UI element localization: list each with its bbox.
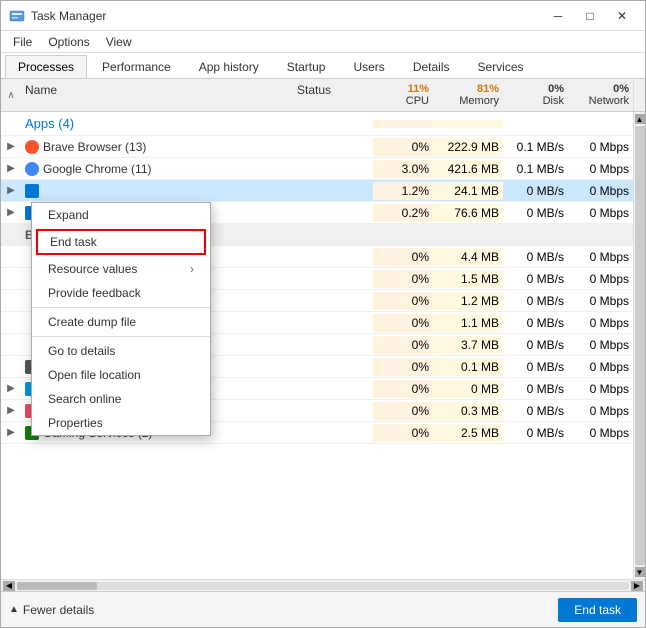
ctx-provide-feedback[interactable]: Provide feedback [32, 281, 210, 305]
table-row[interactable]: ▶ Google Chrome (11) 3.0% 421.6 MB 0.1 M… [1, 158, 633, 180]
col-header-name[interactable]: Name [21, 79, 293, 111]
end-task-button[interactable]: End task [558, 598, 637, 622]
col-header-disk[interactable]: 0% Disk [503, 79, 568, 111]
tab-details[interactable]: Details [400, 55, 463, 78]
context-menu: Expand End task Resource values › Provid… [31, 202, 211, 436]
menu-file[interactable]: File [5, 33, 40, 51]
fewer-details-arrow: ▲ [9, 604, 19, 615]
tab-startup[interactable]: Startup [274, 55, 339, 78]
expand-icon[interactable]: ▶ [1, 141, 21, 152]
process-memory: 222.9 MB [433, 138, 503, 156]
tab-services[interactable]: Services [465, 55, 537, 78]
table-row[interactable]: ▶ Brave Browser (13) 0% 222.9 MB 0.1 MB/… [1, 136, 633, 158]
h-scroll-thumb[interactable] [17, 582, 97, 590]
fewer-details-label: Fewer details [23, 603, 94, 617]
expand-icon[interactable]: ▶ [1, 207, 21, 218]
process-memory: 24.1 MB [433, 182, 503, 200]
expand-icon[interactable]: ▶ [1, 383, 21, 394]
process-cpu: 0.2% [373, 204, 433, 222]
process-network: 0 Mbps [568, 182, 633, 200]
scroll-left-btn[interactable]: ◀ [3, 581, 15, 591]
expand-icon[interactable]: ▶ [1, 185, 21, 196]
taskmanager-icon [9, 8, 25, 24]
ctx-expand[interactable]: Expand [32, 203, 210, 227]
col-header-cpu[interactable]: 11% CPU [373, 79, 433, 111]
ctx-create-dump[interactable]: Create dump file [32, 310, 210, 334]
minimize-button[interactable]: ─ [543, 6, 573, 26]
process-memory: 421.6 MB [433, 160, 503, 178]
apps-section-header: Apps (4) [1, 112, 633, 136]
process-name: Google Chrome (11) [21, 160, 293, 178]
sort-arrow[interactable]: ∧ [1, 79, 21, 111]
window-title: Task Manager [31, 9, 106, 23]
ms-icon [25, 184, 39, 198]
maximize-button[interactable]: □ [575, 6, 605, 26]
tab-performance[interactable]: Performance [89, 55, 184, 78]
ctx-go-to-details[interactable]: Go to details [32, 339, 210, 363]
process-cpu: 1.2% [373, 182, 433, 200]
process-network: 0 Mbps [568, 138, 633, 156]
title-bar: Task Manager ─ □ ✕ [1, 1, 645, 31]
process-disk: 0.1 MB/s [503, 160, 568, 178]
tab-processes[interactable]: Processes [5, 55, 87, 78]
title-bar-left: Task Manager [9, 8, 106, 24]
ctx-resource-values[interactable]: Resource values › [32, 257, 210, 281]
process-name: Brave Browser (13) [21, 138, 293, 156]
ctx-separator2 [32, 336, 210, 337]
expand-icon[interactable]: ▶ [1, 163, 21, 174]
fewer-details-button[interactable]: ▲ Fewer details [9, 603, 94, 617]
expand-icon[interactable]: ▶ [1, 427, 21, 438]
horizontal-scrollbar[interactable]: ◀ ▶ [1, 579, 645, 591]
tab-users[interactable]: Users [340, 55, 397, 78]
process-cpu: 0% [373, 138, 433, 156]
close-button[interactable]: ✕ [607, 6, 637, 26]
menu-options[interactable]: Options [40, 33, 97, 51]
process-disk: 0 MB/s [503, 182, 568, 200]
menu-view[interactable]: View [98, 33, 140, 51]
brave-icon [25, 140, 39, 154]
process-status [293, 167, 373, 171]
h-scroll-track[interactable] [17, 582, 629, 590]
column-header-row: ∧ Name Status 11% CPU 81% Memory 0% Disk… [1, 79, 645, 112]
process-cpu: 3.0% [373, 160, 433, 178]
process-status [293, 211, 373, 215]
tab-app-history[interactable]: App history [186, 55, 272, 78]
chrome-icon [25, 162, 39, 176]
col-header-status[interactable]: Status [293, 79, 373, 111]
content-area: ∧ Name Status 11% CPU 81% Memory 0% Disk… [1, 79, 645, 591]
ctx-open-file-location[interactable]: Open file location [32, 363, 210, 387]
task-manager-window: Task Manager ─ □ ✕ File Options View Pro… [0, 0, 646, 628]
menu-bar: File Options View [1, 31, 645, 53]
col-header-network[interactable]: 0% Network [568, 79, 633, 111]
scroll-up-btn[interactable]: ▲ [635, 114, 645, 124]
expand-icon[interactable]: ▶ [1, 405, 21, 416]
process-memory: 76.6 MB [433, 204, 503, 222]
ctx-end-task[interactable]: End task [36, 229, 206, 255]
table-row[interactable]: ▶ 1.2% 24.1 MB 0 MB/s 0 Mbps [1, 180, 633, 202]
ctx-properties[interactable]: Properties [32, 411, 210, 435]
tabs-bar: Processes Performance App history Startu… [1, 53, 645, 79]
title-controls: ─ □ ✕ [543, 6, 637, 26]
process-status [293, 145, 373, 149]
scroll-right-btn[interactable]: ▶ [631, 581, 643, 591]
scrollbar[interactable]: ▲ ▼ [633, 112, 645, 579]
ctx-search-online[interactable]: Search online [32, 387, 210, 411]
scroll-thumb[interactable] [635, 126, 645, 565]
process-disk: 0.1 MB/s [503, 138, 568, 156]
apps-section-label: Apps (4) [25, 116, 74, 131]
ctx-separator [32, 307, 210, 308]
process-disk: 0 MB/s [503, 204, 568, 222]
process-network: 0 Mbps [568, 160, 633, 178]
process-status [293, 189, 373, 193]
bottom-bar: ▲ Fewer details End task [1, 591, 645, 627]
col-header-memory[interactable]: 81% Memory [433, 79, 503, 111]
process-name [21, 182, 293, 200]
process-network: 0 Mbps [568, 204, 633, 222]
scroll-down-btn[interactable]: ▼ [635, 567, 645, 577]
